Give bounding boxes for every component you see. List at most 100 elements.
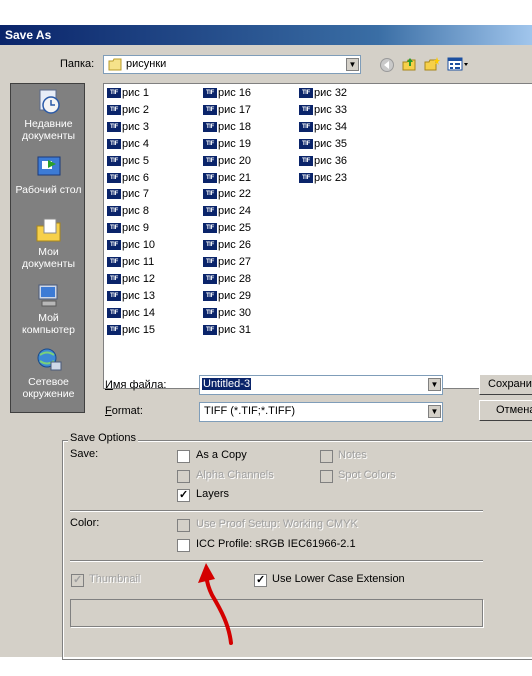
tif-file-icon: TIF [107, 206, 121, 217]
file-item[interactable]: TIF рис 27 [203, 254, 251, 270]
place-my-computer[interactable]: Мой компьютер [11, 282, 86, 336]
file-list[interactable]: TIF рис 1 TIF рис 2 TIF рис 3 TIF рис 4 TIF рис 5… [103, 83, 532, 389]
check-icon: ✓ [256, 574, 266, 586]
file-name: рис 35 [314, 137, 348, 150]
chevron-down-icon[interactable]: ▼ [428, 405, 441, 418]
file-item[interactable]: TIF рис 15 [107, 322, 155, 338]
file-item[interactable]: TIF рис 21 [203, 170, 251, 186]
file-name: рис 8 [122, 205, 149, 218]
file-name: рис 15 [122, 323, 156, 336]
as-copy-checkbox[interactable] [177, 450, 190, 463]
spot-colors-checkbox[interactable] [320, 470, 333, 483]
notes-checkbox[interactable] [320, 450, 333, 463]
title-bar[interactable]: Save As [0, 25, 532, 45]
views-menu-icon[interactable] [447, 56, 469, 72]
filename-input[interactable]: Untitled-3 ▼ [199, 375, 443, 395]
file-name: рис 26 [218, 239, 252, 252]
file-item[interactable]: TIF рис 24 [203, 203, 251, 219]
my-documents-icon [36, 218, 60, 242]
file-item[interactable]: TIF рис 11 [107, 254, 154, 270]
layers-checkbox[interactable]: ✓ [177, 489, 190, 502]
file-item[interactable]: TIF рис 4 [107, 136, 149, 152]
alpha-channels-checkbox[interactable] [177, 470, 190, 483]
file-item[interactable]: TIF рис 33 [299, 102, 347, 118]
file-item[interactable]: TIF рис 34 [299, 119, 347, 135]
tif-file-icon: TIF [107, 290, 121, 301]
place-label: документы [21, 258, 76, 270]
place-recent[interactable]: Недавние документы [11, 88, 86, 142]
tif-file-icon: TIF [107, 138, 121, 149]
file-item[interactable]: TIF рис 8 [107, 203, 149, 219]
file-name: рис 30 [218, 306, 252, 319]
thumbnail-checkbox[interactable]: ✓ [71, 574, 84, 587]
file-item[interactable]: TIF рис 29 [203, 288, 251, 304]
back-icon[interactable] [379, 57, 395, 73]
file-item[interactable]: TIF рис 3 [107, 119, 149, 135]
file-item[interactable]: TIF рис 20 [203, 153, 251, 169]
icc-profile-checkbox[interactable] [177, 539, 190, 552]
my-computer-icon [38, 284, 57, 307]
file-item[interactable]: TIF рис 36 [299, 153, 347, 169]
tif-file-icon: TIF [107, 172, 121, 183]
file-name: рис 21 [218, 171, 252, 184]
tif-file-icon: TIF [107, 155, 121, 166]
file-item[interactable]: TIF рис 14 [107, 305, 155, 321]
file-item[interactable]: TIF рис 1 [107, 85, 149, 101]
file-name: рис 20 [218, 154, 252, 167]
file-item[interactable]: TIF рис 23 [299, 170, 347, 186]
file-item[interactable]: TIF рис 17 [203, 102, 251, 118]
file-name: рис 32 [314, 87, 348, 99]
file-name: рис 36 [314, 154, 348, 167]
file-item[interactable]: TIF рис 18 [203, 119, 251, 135]
file-name: рис 25 [218, 222, 252, 235]
place-desktop[interactable]: Рабочий стол [11, 154, 86, 196]
file-item[interactable]: TIF рис 13 [107, 288, 155, 304]
lower-case-ext-checkbox[interactable]: ✓ [254, 574, 267, 587]
place-my-documents[interactable]: Мои документы [11, 216, 86, 270]
place-network[interactable]: Сетевое окружение [11, 346, 86, 400]
file-item[interactable]: TIF рис 7 [107, 186, 149, 202]
file-item[interactable]: TIF рис 28 [203, 271, 251, 287]
file-item[interactable]: TIF рис 31 [203, 322, 251, 338]
tif-file-icon: TIF [107, 189, 121, 200]
file-item[interactable]: TIF рис 22 [203, 186, 251, 202]
file-name: рис 11 [122, 256, 155, 268]
file-name: рис 16 [218, 87, 252, 99]
file-name: рис 2 [122, 103, 149, 116]
new-folder-icon[interactable] [424, 56, 440, 72]
cancel-button[interactable]: Отмена [479, 400, 532, 421]
file-item[interactable]: TIF рис 25 [203, 220, 251, 236]
file-item[interactable]: TIF рис 19 [203, 136, 251, 152]
file-item[interactable]: TIF рис 10 [107, 237, 155, 253]
up-folder-icon[interactable] [401, 56, 417, 72]
folder-icon [108, 58, 122, 71]
format-label: Format: [105, 405, 143, 417]
place-label: Рабочий стол [15, 184, 82, 196]
check-icon: ✓ [73, 574, 83, 586]
tif-file-icon: TIF [203, 206, 217, 217]
file-item[interactable]: TIF рис 26 [203, 237, 251, 253]
chevron-down-icon[interactable]: ▼ [428, 378, 441, 391]
tif-file-icon: TIF [203, 324, 217, 335]
file-item[interactable]: TIF рис 9 [107, 220, 149, 236]
format-select[interactable]: TIFF (*.TIF;*.TIFF) ▼ [199, 402, 443, 422]
chevron-down-icon[interactable]: ▼ [346, 58, 359, 71]
file-item[interactable]: TIF рис 2 [107, 102, 149, 118]
tif-file-icon: TIF [299, 104, 313, 115]
divider [70, 560, 483, 562]
save-options-group [62, 440, 532, 660]
file-item[interactable]: TIF рис 5 [107, 153, 149, 169]
file-item[interactable]: TIF рис 6 [107, 170, 149, 186]
file-item[interactable]: TIF рис 30 [203, 305, 251, 321]
file-item[interactable]: TIF рис 12 [107, 271, 155, 287]
save-button[interactable]: Сохрани [479, 374, 532, 395]
file-name: рис 31 [218, 323, 252, 336]
file-item[interactable]: TIF рис 32 [299, 85, 347, 101]
file-item[interactable]: TIF рис 16 [203, 85, 251, 101]
warning-area [70, 599, 483, 627]
use-proof-setup-checkbox[interactable] [177, 519, 190, 532]
file-item[interactable]: TIF рис 35 [299, 136, 347, 152]
folder-select[interactable]: рисунки ▼ [103, 55, 361, 74]
filename-value: Untitled-3 [202, 378, 252, 390]
thumbnail-label: Thumbnail [89, 573, 141, 585]
